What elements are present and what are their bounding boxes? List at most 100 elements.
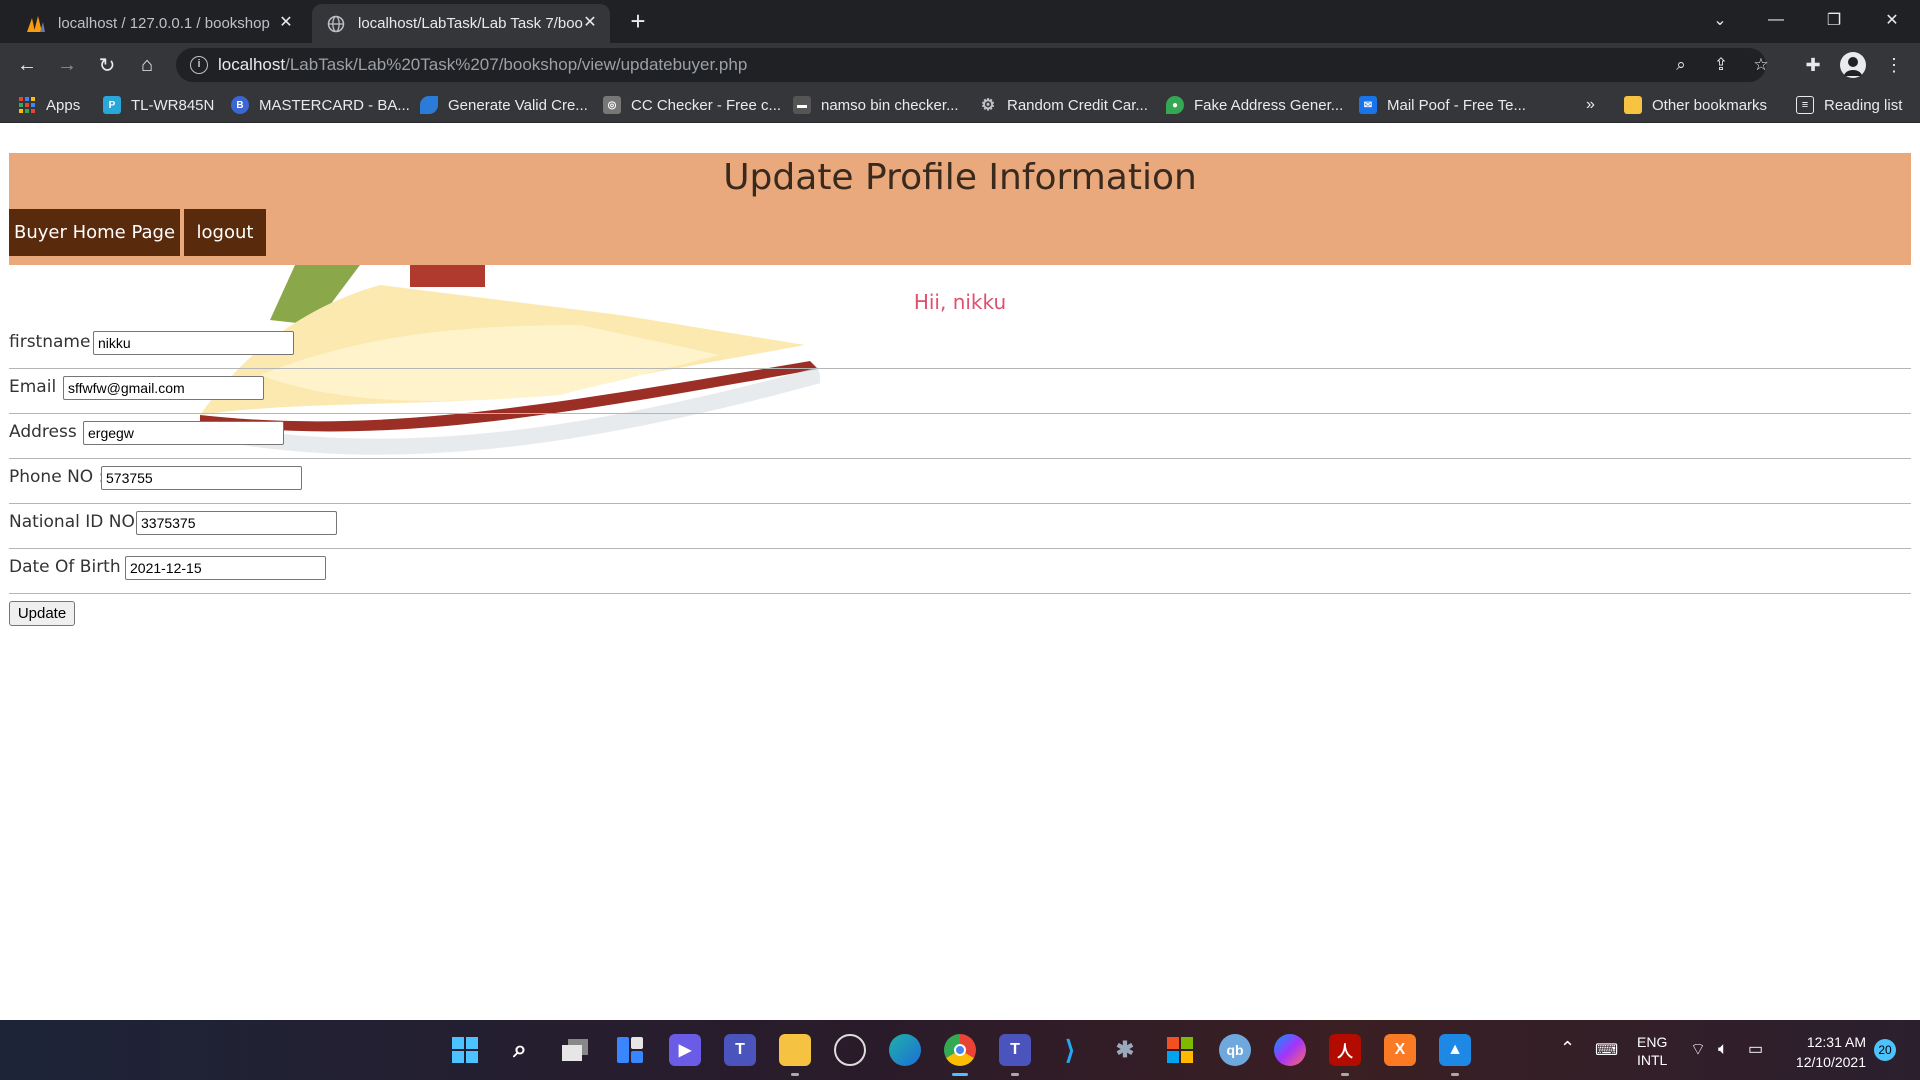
teams-work-icon[interactable]: T	[999, 1034, 1031, 1076]
new-tab-button[interactable]: +	[624, 8, 652, 36]
battery-icon[interactable]: ▭	[1748, 1039, 1763, 1059]
widgets-icon[interactable]	[614, 1034, 646, 1066]
tab-phpmyadmin[interactable]: localhost / 127.0.0.1 / bookshop ✕	[12, 4, 306, 43]
phone-label: Phone NO :	[9, 467, 105, 487]
gear-icon: ⚙	[980, 97, 996, 114]
office-icon[interactable]	[1164, 1034, 1196, 1066]
national-id-input[interactable]	[136, 511, 337, 535]
bookmarks-bar: Apps P TL-WR845N B MASTERCARD - BA... Ge…	[0, 87, 1920, 123]
page-header: Update Profile Information Buyer Home Pa…	[9, 153, 1911, 265]
mail-icon: ✉	[1359, 96, 1377, 114]
windows-start-icon[interactable]	[449, 1034, 481, 1066]
extensions-icon[interactable]: ✚	[1799, 51, 1827, 79]
buyer-home-link[interactable]: Buyer Home Page	[9, 209, 180, 256]
tab-search-icon[interactable]: ⌄	[1692, 0, 1748, 40]
bookmark-star-icon[interactable]: ☆	[1750, 54, 1772, 76]
close-tab-icon[interactable]: ✕	[278, 15, 294, 31]
bookmark-generate-valid[interactable]: Generate Valid Cre...	[420, 94, 588, 116]
clock[interactable]: 12:31 AM 12/10/2021	[1790, 1032, 1866, 1072]
vscode-icon[interactable]: ⟩	[1054, 1034, 1086, 1066]
form-row-dob: Date Of Birth :	[9, 549, 1911, 594]
profile-avatar[interactable]	[1840, 52, 1866, 78]
address-input[interactable]	[83, 421, 284, 445]
bookmark-fake-address[interactable]: ● Fake Address Gener...	[1166, 94, 1343, 116]
minimize-button[interactable]: —	[1748, 0, 1804, 40]
form-row-firstname: firstname :	[9, 324, 1911, 369]
folder-icon	[1624, 96, 1642, 114]
national-id-label: National ID NO:	[9, 512, 141, 532]
file-explorer-icon[interactable]	[779, 1034, 811, 1076]
reading-list[interactable]: ≡ Reading list	[1796, 94, 1902, 116]
qbittorrent-icon[interactable]: qb	[1219, 1034, 1251, 1066]
wifi-icon[interactable]: ⌔	[1690, 1039, 1706, 1060]
bookmark-namso[interactable]: ▬ namso bin checker...	[793, 94, 959, 116]
messenger-icon[interactable]	[1274, 1034, 1306, 1066]
keyboard-icon[interactable]: ⌨	[1595, 1040, 1618, 1060]
reading-list-icon: ≡	[1796, 96, 1814, 114]
reload-icon[interactable]: ↻	[93, 51, 121, 79]
bookmark-cc-checker[interactable]: ◎ CC Checker - Free c...	[603, 94, 781, 116]
page-content: Update Profile Information Buyer Home Pa…	[0, 124, 1920, 1020]
zoom-icon[interactable]: ⌕	[1670, 54, 1692, 76]
bookmark-apps[interactable]: Apps	[18, 94, 80, 116]
logout-link[interactable]: logout	[184, 209, 266, 256]
back-icon[interactable]: ←	[13, 51, 41, 79]
email-label: Email :	[9, 377, 68, 397]
menu-icon[interactable]: ⋮	[1880, 51, 1908, 79]
site-info-icon[interactable]: i	[190, 56, 208, 74]
form-row-phone: Phone NO :	[9, 459, 1911, 504]
home-icon[interactable]: ⌂	[133, 51, 161, 79]
task-view-icon[interactable]	[559, 1034, 591, 1066]
search-icon[interactable]: ⌕	[504, 1034, 536, 1066]
cc-checker-icon: ◎	[603, 96, 621, 114]
page-title: Update Profile Information	[723, 157, 1197, 198]
chat-icon[interactable]: ▶	[669, 1034, 701, 1066]
bug-app-icon[interactable]: ✱	[1109, 1034, 1141, 1066]
phpmyadmin-icon	[26, 14, 46, 34]
firstname-input[interactable]	[93, 331, 294, 355]
tab-title: localhost / 127.0.0.1 / bookshop	[58, 15, 270, 32]
bookmark-tl-wr845n[interactable]: P TL-WR845N	[103, 94, 214, 116]
phone-input[interactable]	[101, 466, 302, 490]
address-bar[interactable]: i localhost/LabTask/Lab%20Task%207/books…	[176, 48, 1769, 82]
input-language[interactable]: ENG INTL	[1637, 1033, 1667, 1069]
obs-icon[interactable]	[834, 1034, 866, 1066]
acrobat-icon[interactable]: 人	[1329, 1034, 1361, 1076]
email-input[interactable]	[63, 376, 264, 400]
tab-updatebuyer[interactable]: localhost/LabTask/Lab Task 7/boo ✕	[312, 4, 610, 43]
leaf-icon	[420, 96, 438, 114]
bookmark-mail-poof[interactable]: ✉ Mail Poof - Free Te...	[1359, 94, 1526, 116]
form-row-email: Email :	[9, 369, 1911, 414]
share-icon[interactable]: ⇪	[1710, 54, 1732, 76]
update-button[interactable]: Update	[9, 601, 75, 626]
xampp-icon[interactable]: X	[1384, 1034, 1416, 1066]
browser-toolbar: ← → ↻ ⌂ i localhost/LabTask/Lab%20Task%2…	[0, 43, 1920, 87]
namso-icon: ▬	[793, 96, 811, 114]
tplink-icon: P	[103, 96, 121, 114]
url-text[interactable]: localhost/LabTask/Lab%20Task%207/booksho…	[218, 55, 747, 75]
other-bookmarks[interactable]: Other bookmarks	[1624, 94, 1767, 116]
close-window-button[interactable]: ✕	[1864, 0, 1920, 40]
restore-button[interactable]: ❐	[1806, 0, 1862, 40]
tray-overflow-icon[interactable]: ⌃	[1560, 1038, 1575, 1059]
edge-icon[interactable]	[889, 1034, 921, 1066]
form-row-address: Address :	[9, 414, 1911, 459]
dob-input[interactable]	[125, 556, 326, 580]
map-pin-icon: ●	[1166, 96, 1184, 114]
photos-icon[interactable]: ▲	[1439, 1034, 1471, 1076]
volume-icon[interactable]: 🔈︎	[1718, 1039, 1728, 1059]
notification-badge[interactable]: 20	[1874, 1039, 1896, 1061]
bookmarks-overflow[interactable]: »	[1586, 94, 1595, 116]
close-tab-icon[interactable]: ✕	[582, 15, 598, 31]
forward-icon[interactable]: →	[53, 51, 81, 79]
teams-icon[interactable]: T	[724, 1034, 756, 1066]
form-row-national-id: National ID NO:	[9, 504, 1911, 549]
apps-grid-icon	[18, 96, 36, 114]
firstname-label: firstname :	[9, 332, 102, 352]
chrome-icon[interactable]	[944, 1034, 976, 1076]
greeting-text: Hii, nikku	[913, 290, 1007, 314]
b-icon: B	[231, 96, 249, 114]
bookmark-mastercard[interactable]: B MASTERCARD - BA...	[231, 94, 410, 116]
bookmark-random-credit[interactable]: ⚙ Random Credit Car...	[979, 94, 1148, 116]
globe-icon	[326, 14, 346, 34]
